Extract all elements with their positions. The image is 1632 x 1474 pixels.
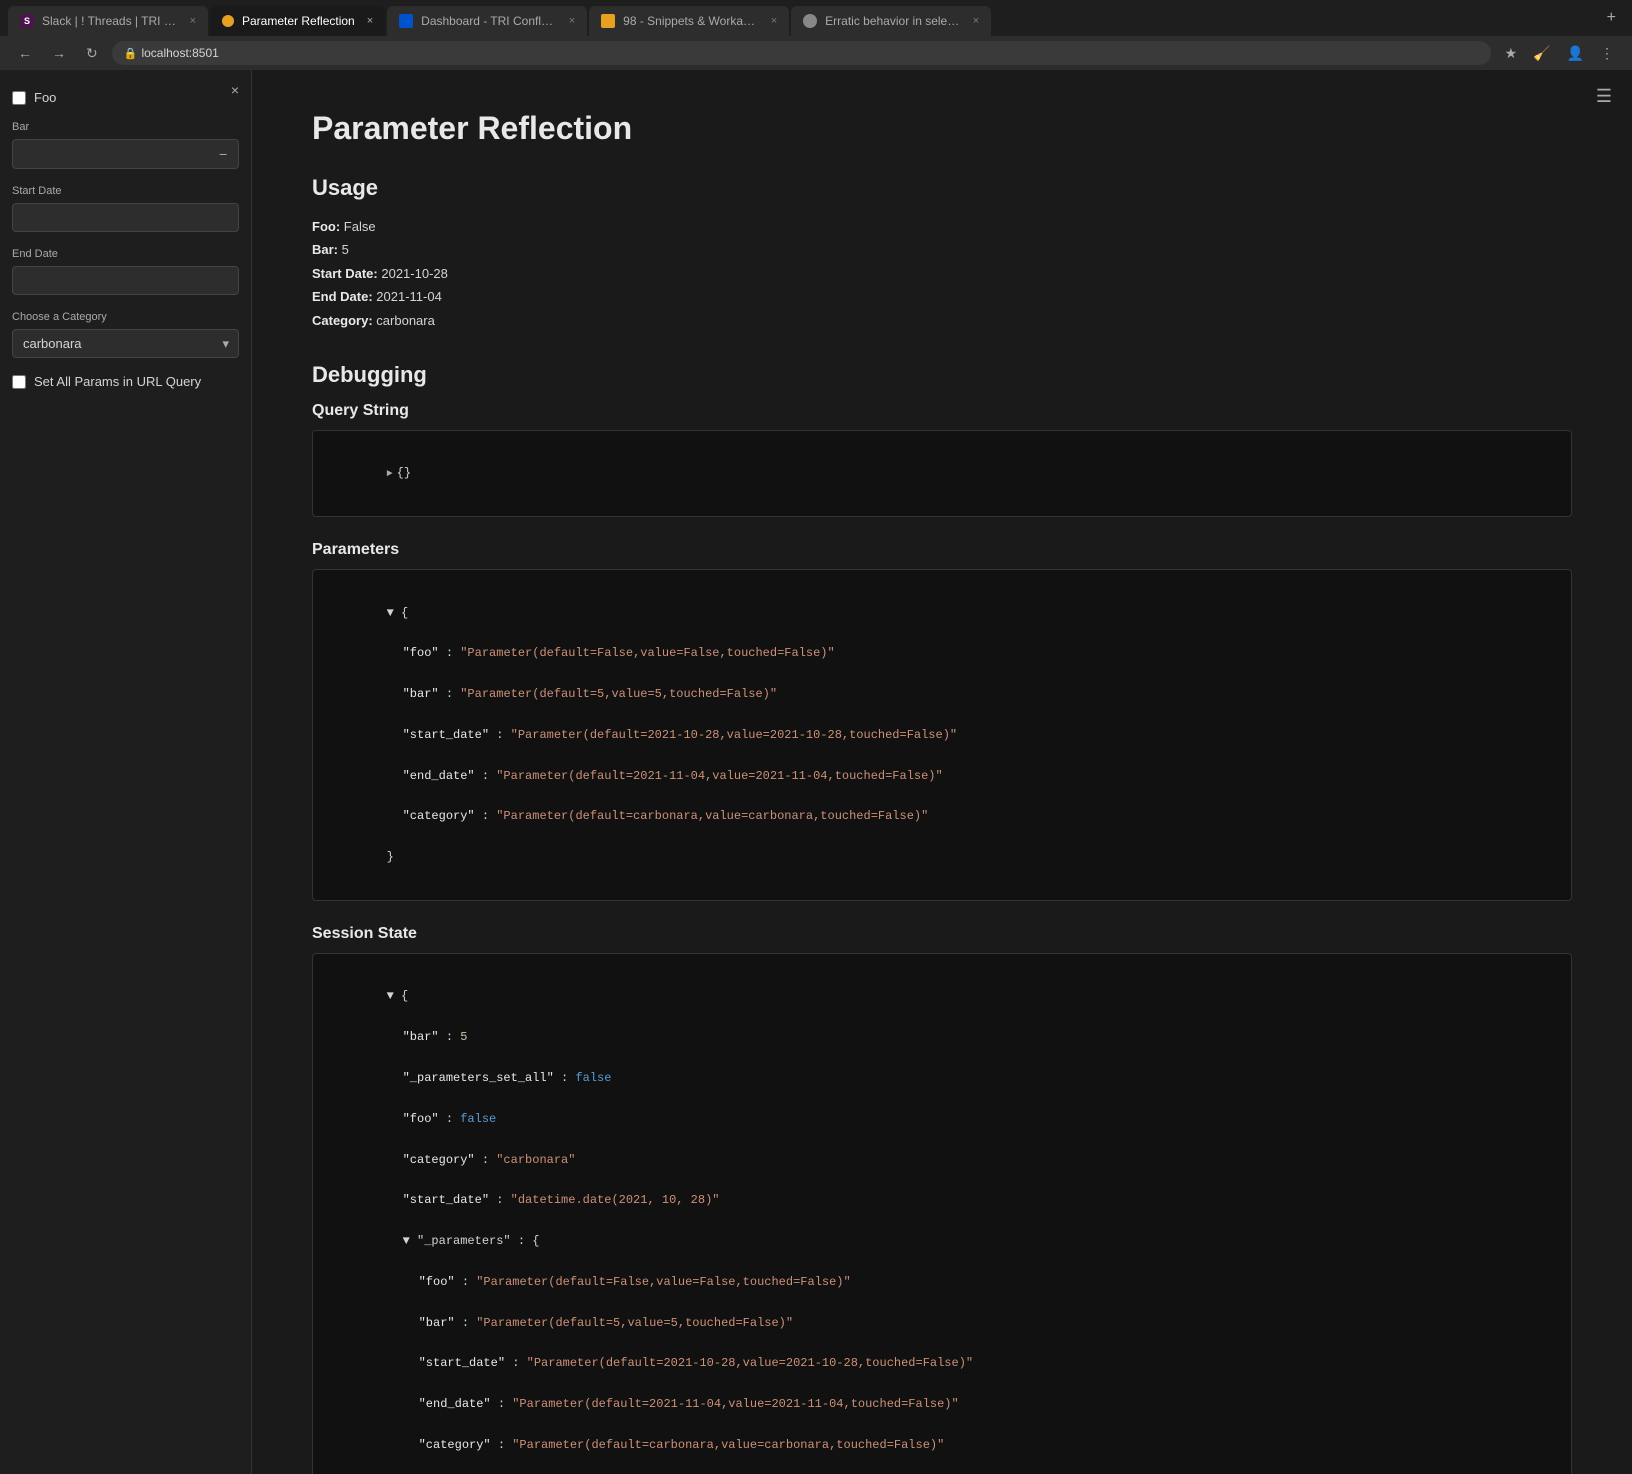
menu-button[interactable]: ⋮ <box>1594 43 1620 64</box>
end-date-input[interactable]: 2021/11/04 <box>12 266 239 295</box>
usage-field-value: 2021-10-28 <box>378 266 448 281</box>
start-date-label: Start Date <box>12 185 239 197</box>
query-string-title: Query String <box>312 402 1572 420</box>
snippets-tab-close[interactable]: × <box>771 15 777 27</box>
end-date-label: End Date <box>12 248 239 260</box>
url-text: localhost:8501 <box>141 46 218 60</box>
parameters-title: Parameters <box>312 541 1572 559</box>
reload-button[interactable]: ↻ <box>80 43 104 64</box>
usage-fields: Foo: FalseBar: 5Start Date: 2021-10-28En… <box>312 215 1572 332</box>
category-select-wrapper: carbonara pasta pizza ▾ <box>12 329 239 358</box>
url-bar: 🔒 localhost:8501 <box>112 41 1491 65</box>
browser-actions: ★ 🧹 👤 ⋮ <box>1499 43 1620 64</box>
session-collapse[interactable]: ▼ <box>387 989 394 1003</box>
usage-field-key: Foo: <box>312 219 340 234</box>
usage-line: End Date: 2021-11-04 <box>312 285 1572 308</box>
bar-input[interactable]: 5 <box>13 141 209 168</box>
foo-label: Foo <box>34 90 56 105</box>
param-reflection-tab-label: Parameter Reflection <box>242 14 355 28</box>
slack-tab-close[interactable]: × <box>190 15 196 27</box>
tab-confluence[interactable]: Dashboard - TRI Confluence × <box>387 6 587 36</box>
confluence-favicon <box>399 14 413 28</box>
category-label: Choose a Category <box>12 311 239 323</box>
usage-field-key: Bar: <box>312 242 338 257</box>
usage-field-value: 5 <box>338 242 349 257</box>
parameters-block: ▼ { "foo" : "Parameter(default=False,val… <box>312 569 1572 901</box>
page-title: Parameter Reflection <box>312 110 1572 147</box>
browser-chrome: SSlack | ! Threads | TRI | 15 ne...×Para… <box>0 0 1632 70</box>
session-state-block: ▼ { "bar" : 5 "_parameters_set_all" : fa… <box>312 953 1572 1474</box>
usage-line: Category: carbonara <box>312 309 1572 332</box>
usage-field-key: End Date: <box>312 289 373 304</box>
back-button[interactable]: ← <box>12 43 38 63</box>
parameters-collapse[interactable]: ▼ <box>387 606 394 620</box>
usage-line: Start Date: 2021-10-28 <box>312 262 1572 285</box>
confluence-tab-label: Dashboard - TRI Confluence <box>421 14 557 28</box>
main-content: ☰ Parameter Reflection Usage Foo: FalseB… <box>252 70 1632 1474</box>
confluence-tab-close[interactable]: × <box>569 15 575 27</box>
usage-section: Usage Foo: FalseBar: 5Start Date: 2021-1… <box>312 175 1572 332</box>
tab-erratic[interactable]: Erratic behavior in selectbox w... × <box>791 6 991 36</box>
bookmark-button[interactable]: ★ <box>1499 43 1524 64</box>
tab-snippets[interactable]: 98 - Snippets & Workarounds ... × <box>589 6 789 36</box>
query-string-value: {} <box>397 466 411 480</box>
category-select[interactable]: carbonara pasta pizza <box>12 329 239 358</box>
start-date-input[interactable]: 2021/10/28 <box>12 203 239 232</box>
usage-field-key: Start Date: <box>312 266 378 281</box>
start-date-field: Start Date 2021/10/28 <box>12 185 239 232</box>
tab-slack[interactable]: S Slack | ! Threads | TRI | 15 ne... × <box>8 6 208 36</box>
session-state-title: Session State <box>312 925 1572 943</box>
set-all-params-label: Set All Params in URL Query <box>34 374 201 389</box>
snippets-tab-label: 98 - Snippets & Workarounds ... <box>623 14 759 28</box>
tab-param-reflection[interactable]: Parameter Reflection × <box>210 6 385 36</box>
snippets-favicon <box>601 14 615 28</box>
param-reflection-favicon <box>222 15 234 27</box>
foo-checkbox-row: Foo <box>12 90 239 105</box>
param-reflection-tab-close[interactable]: × <box>367 15 373 27</box>
forward-button[interactable]: → <box>46 43 72 63</box>
bar-decrement-button[interactable]: − <box>209 140 237 168</box>
bar-input-row: 5 − + <box>12 139 239 169</box>
collapse-arrow[interactable]: ► <box>387 469 393 480</box>
slack-favicon: S <box>20 14 34 28</box>
usage-field-key: Category: <box>312 313 373 328</box>
new-tab-button[interactable]: + <box>1599 9 1624 27</box>
erratic-favicon <box>803 14 817 28</box>
usage-title: Usage <box>312 175 1572 201</box>
erratic-tab-label: Erratic behavior in selectbox w... <box>825 14 961 28</box>
app-layout: × Foo Bar 5 − + Start Date 2021/10/28 En… <box>0 70 1632 1474</box>
usage-line: Foo: False <box>312 215 1572 238</box>
slack-tab-label: Slack | ! Threads | TRI | 15 ne... <box>42 14 178 28</box>
tab-bar: SSlack | ! Threads | TRI | 15 ne...×Para… <box>0 0 1632 36</box>
set-all-params-checkbox[interactable] <box>12 375 26 389</box>
extensions-button[interactable]: 🧹 <box>1527 43 1556 64</box>
erratic-tab-close[interactable]: × <box>973 15 979 27</box>
sidebar: × Foo Bar 5 − + Start Date 2021/10/28 En… <box>0 70 252 1474</box>
end-date-field: End Date 2021/11/04 <box>12 248 239 295</box>
usage-field-value: carbonara <box>373 313 435 328</box>
usage-line: Bar: 5 <box>312 238 1572 261</box>
profile-button[interactable]: 👤 <box>1561 43 1590 64</box>
query-string-block: ► {} <box>312 430 1572 517</box>
debugging-title: Debugging <box>312 362 1572 388</box>
bar-field: Bar 5 − + <box>12 121 239 169</box>
usage-field-value: 2021-11-04 <box>373 289 442 304</box>
usage-field-value: False <box>340 219 375 234</box>
address-bar: ← → ↻ 🔒 localhost:8501 ★ 🧹 👤 ⋮ <box>0 36 1632 70</box>
hamburger-button[interactable]: ☰ <box>1596 86 1612 107</box>
foo-checkbox[interactable] <box>12 91 26 105</box>
debugging-section: Debugging Query String ► {} Parameters ▼ … <box>312 362 1572 1474</box>
category-field: Choose a Category carbonara pasta pizza … <box>12 311 239 358</box>
bar-increment-button[interactable]: + <box>237 140 239 168</box>
set-all-params-row: Set All Params in URL Query <box>12 374 239 389</box>
sidebar-close-button[interactable]: × <box>231 82 239 98</box>
bar-label: Bar <box>12 121 239 133</box>
